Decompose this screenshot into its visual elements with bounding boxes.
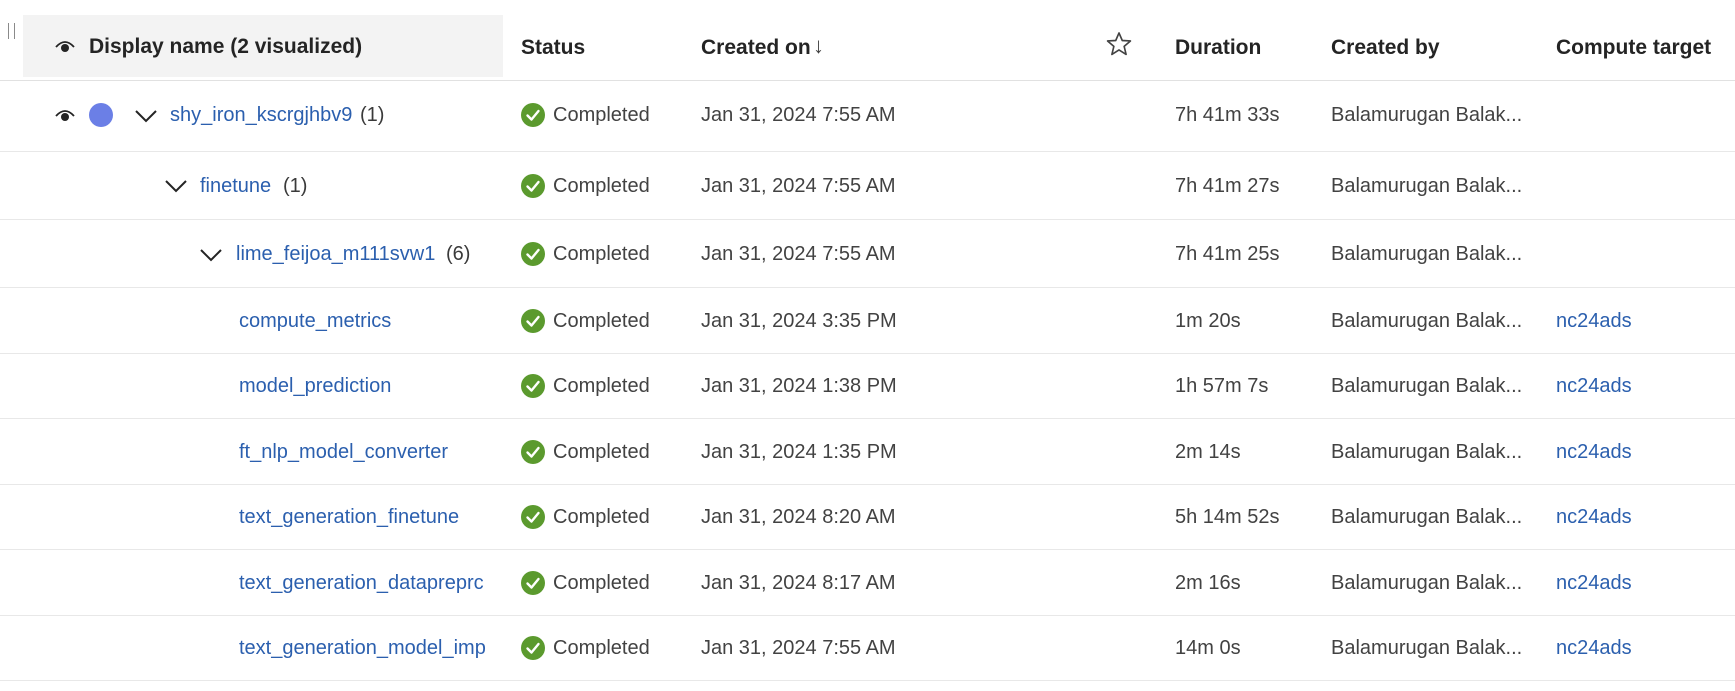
- created-by-value: Balamurugan Balak...: [1331, 506, 1523, 528]
- run-name-link[interactable]: finetune: [200, 176, 271, 196]
- compute-target-link[interactable]: nc24ads: [1556, 507, 1632, 527]
- compute-target-link[interactable]: nc24ads: [1556, 376, 1632, 396]
- status-text: Completed: [553, 572, 650, 594]
- visualization-color-dot: [89, 103, 113, 127]
- run-name-link[interactable]: model_prediction: [239, 376, 391, 396]
- check-circle-icon: [521, 440, 545, 464]
- child-count: (6): [446, 243, 471, 265]
- duration-value: 7h 41m 25s: [1175, 243, 1280, 265]
- run-name-link[interactable]: compute_metrics: [239, 311, 391, 331]
- duration-value: 2m 14s: [1175, 441, 1241, 463]
- status-text: Completed: [553, 375, 650, 397]
- duration-value: 7h 41m 33s: [1175, 104, 1280, 126]
- run-name-link[interactable]: text_generation_finetune: [239, 507, 459, 527]
- created-by-value: Balamurugan Balak...: [1331, 441, 1523, 463]
- table-row[interactable]: shy_iron_kscrgjhbv9 (1) Completed Jan 31…: [0, 80, 1735, 152]
- created-by-value: Balamurugan Balak...: [1331, 572, 1523, 594]
- duration-value: 14m 0s: [1175, 637, 1241, 659]
- run-name-link[interactable]: text_generation_datapreprc: [239, 573, 491, 593]
- star-icon[interactable]: [1105, 30, 1133, 58]
- check-circle-icon: [521, 571, 545, 595]
- table-row[interactable]: model_prediction Completed Jan 31, 2024 …: [0, 354, 1735, 419]
- table-row[interactable]: text_generation_model_imp Completed Jan …: [0, 616, 1735, 681]
- status-header[interactable]: Status: [521, 37, 585, 58]
- status-text: Completed: [553, 243, 650, 265]
- display-name-header[interactable]: Display name (2 visualized): [23, 15, 503, 77]
- created-on-value: Jan 31, 2024 7:55 AM: [701, 637, 896, 659]
- status-text: Completed: [553, 310, 650, 332]
- created-by-value: Balamurugan Balak...: [1331, 104, 1523, 126]
- created-on-value: Jan 31, 2024 1:38 PM: [701, 375, 897, 397]
- duration-value: 1m 20s: [1175, 310, 1241, 332]
- created-on-value: Jan 31, 2024 8:17 AM: [701, 572, 896, 594]
- created-by-value: Balamurugan Balak...: [1331, 243, 1523, 265]
- table-row[interactable]: text_generation_datapreprc Completed Jan…: [0, 550, 1735, 616]
- status-text: Completed: [553, 104, 650, 126]
- created-on-value: Jan 31, 2024 7:55 AM: [701, 243, 896, 265]
- child-count: (1): [283, 175, 308, 197]
- table-header: Display name (2 visualized) Status Creat…: [0, 0, 1735, 81]
- check-circle-icon: [521, 636, 545, 660]
- duration-value: 2m 16s: [1175, 572, 1241, 594]
- created-by-header[interactable]: Created by: [1331, 37, 1440, 58]
- duration-value: 1h 57m 7s: [1175, 375, 1269, 397]
- run-name-link[interactable]: lime_feijoa_m111svw1: [236, 244, 435, 264]
- check-circle-icon: [521, 309, 545, 333]
- compute-target-link[interactable]: nc24ads: [1556, 573, 1632, 593]
- status-text: Completed: [553, 175, 650, 197]
- chevron-down-icon[interactable]: [164, 174, 188, 198]
- check-circle-icon: [521, 174, 545, 198]
- eye-icon[interactable]: [55, 105, 75, 125]
- run-name-link[interactable]: ft_nlp_model_converter: [239, 442, 448, 462]
- created-by-value: Balamurugan Balak...: [1331, 637, 1523, 659]
- created-by-value: Balamurugan Balak...: [1331, 310, 1523, 332]
- duration-header[interactable]: Duration: [1175, 37, 1261, 58]
- duration-value: 7h 41m 27s: [1175, 175, 1280, 197]
- column-resize-handle[interactable]: [8, 23, 15, 39]
- check-circle-icon: [521, 374, 545, 398]
- child-count: (1): [360, 104, 385, 126]
- check-circle-icon: [521, 103, 545, 127]
- display-name-header-label: Display name (2 visualized): [89, 35, 363, 58]
- created-on-value: Jan 31, 2024 1:35 PM: [701, 441, 897, 463]
- created-on-value: Jan 31, 2024 7:55 AM: [701, 175, 896, 197]
- table-row[interactable]: ft_nlp_model_converter Completed Jan 31,…: [0, 419, 1735, 485]
- created-by-value: Balamurugan Balak...: [1331, 175, 1523, 197]
- created-on-value: Jan 31, 2024 7:55 AM: [701, 104, 896, 126]
- table-row[interactable]: lime_feijoa_m111svw1 (6) Completed Jan 3…: [0, 220, 1735, 288]
- chevron-down-icon[interactable]: [134, 104, 158, 128]
- sort-descending-icon[interactable]: ↓: [813, 35, 824, 57]
- chevron-down-icon[interactable]: [199, 243, 223, 267]
- compute-target-header[interactable]: Compute target: [1556, 37, 1711, 58]
- created-on-value: Jan 31, 2024 8:20 AM: [701, 506, 896, 528]
- run-name-link[interactable]: shy_iron_kscrgjhbv9: [170, 105, 352, 125]
- run-name-link[interactable]: text_generation_model_imp: [239, 638, 491, 658]
- status-text: Completed: [553, 506, 650, 528]
- created-by-value: Balamurugan Balak...: [1331, 375, 1523, 397]
- table-row[interactable]: text_generation_finetune Completed Jan 3…: [0, 485, 1735, 550]
- duration-value: 5h 14m 52s: [1175, 506, 1280, 528]
- status-text: Completed: [553, 637, 650, 659]
- status-text: Completed: [553, 441, 650, 463]
- compute-target-link[interactable]: nc24ads: [1556, 638, 1632, 658]
- table-row[interactable]: compute_metrics Completed Jan 31, 2024 3…: [0, 288, 1735, 354]
- check-circle-icon: [521, 242, 545, 266]
- check-circle-icon: [521, 505, 545, 529]
- eye-icon[interactable]: [55, 36, 75, 56]
- compute-target-link[interactable]: nc24ads: [1556, 442, 1632, 462]
- created-on-header[interactable]: Created on: [701, 37, 811, 58]
- table-row[interactable]: finetune (1) Completed Jan 31, 2024 7:55…: [0, 152, 1735, 220]
- compute-target-link[interactable]: nc24ads: [1556, 311, 1632, 331]
- created-on-value: Jan 31, 2024 3:35 PM: [701, 310, 897, 332]
